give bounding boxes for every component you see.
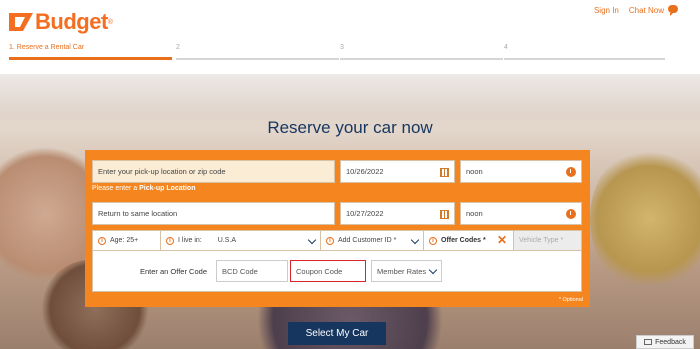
offer-code-label: Enter an Offer Code xyxy=(140,267,207,276)
vehicle-type-select[interactable]: Vehicle Type * xyxy=(514,231,581,250)
feedback-icon xyxy=(644,339,653,345)
step-3-label: 3 xyxy=(340,44,344,51)
return-time-field[interactable]: noon xyxy=(460,202,582,225)
brand-name: Budget xyxy=(35,9,108,34)
customer-id-select[interactable]: i Add Customer ID * xyxy=(321,231,424,250)
info-icon: i xyxy=(429,236,437,245)
residence-label: I live in: xyxy=(178,237,202,244)
budget-logo-icon xyxy=(9,13,33,31)
info-icon: i xyxy=(326,236,334,245)
clock-icon xyxy=(566,209,576,219)
reservation-form: Enter your pick-up location or zip code … xyxy=(85,150,590,307)
bcd-code-input[interactable]: BCD Code xyxy=(216,260,288,282)
calendar-icon[interactable] xyxy=(440,210,449,219)
chat-now-link[interactable]: Chat Now xyxy=(629,6,664,15)
feedback-button[interactable]: Feedback xyxy=(636,335,694,349)
pickup-time-value: noon xyxy=(466,167,483,176)
select-my-car-button[interactable]: Select My Car xyxy=(288,322,386,345)
step-2-bar xyxy=(176,58,339,60)
step-2-label: 2 xyxy=(176,44,180,51)
page-title: Reserve your car now xyxy=(267,118,433,137)
hero-highlight xyxy=(0,74,700,114)
clock-icon xyxy=(566,167,576,177)
chat-bubble-icon[interactable] xyxy=(668,5,678,16)
chevron-down-icon xyxy=(307,235,317,245)
offer-codes-tab[interactable]: i Offer Codes * ✕ xyxy=(424,231,514,250)
return-date-value: 10/27/2022 xyxy=(346,209,384,218)
step-1-label: 1. Reserve a Rental Car xyxy=(9,44,85,51)
error-prefix: Please enter a xyxy=(92,185,140,192)
info-icon: i xyxy=(98,236,106,245)
age-select[interactable]: i Age: 25+ xyxy=(93,231,161,250)
offer-codes-label: Offer Codes * xyxy=(441,237,486,244)
step-3-bar xyxy=(340,58,503,60)
age-value: 25+ xyxy=(126,237,139,244)
pickup-time-field[interactable]: noon xyxy=(460,160,582,183)
residence-select[interactable]: i I live in: U.S.A xyxy=(161,231,321,250)
member-rates-label: Member Rates xyxy=(377,266,427,276)
hero-photo-person-right xyxy=(590,144,700,294)
progress-steps: 1. Reserve a Rental Car 2 3 4 xyxy=(9,44,665,64)
budget-logo[interactable]: Budget ® xyxy=(9,9,113,35)
member-rates-select[interactable]: Member Rates xyxy=(371,260,442,282)
pickup-date-value: 10/26/2022 xyxy=(346,167,384,176)
error-strong: Pick-up Location xyxy=(139,185,196,192)
step-4-bar xyxy=(504,58,665,60)
pickup-error-message: Please enter a Pick-up Location xyxy=(92,185,196,192)
return-date-field[interactable]: 10/27/2022 xyxy=(340,202,455,225)
return-time-value: noon xyxy=(466,209,483,218)
return-location-input[interactable]: Return to same location xyxy=(92,202,335,225)
close-icon[interactable]: ✕ xyxy=(497,233,507,247)
pickup-date-field[interactable]: 10/26/2022 xyxy=(340,160,455,183)
options-row: i Age: 25+ i I live in: U.S.A i Add Cust… xyxy=(92,230,582,251)
header: Budget ® Sign In Chat Now 1. Reserve a R… xyxy=(0,0,700,74)
pickup-location-input[interactable]: Enter your pick-up location or zip code xyxy=(92,160,335,183)
age-label: Age: xyxy=(110,237,125,244)
step-4-label: 4 xyxy=(504,44,508,51)
chevron-down-icon xyxy=(410,235,420,245)
chevron-down-icon xyxy=(428,265,438,275)
sign-in-link[interactable]: Sign In xyxy=(594,6,619,15)
info-icon: i xyxy=(166,236,174,245)
feedback-label: Feedback xyxy=(655,338,686,346)
offer-code-panel: Enter an Offer Code BCD Code Coupon Code… xyxy=(92,251,582,292)
coupon-code-input[interactable]: Coupon Code xyxy=(290,260,366,282)
optional-note: * Optional xyxy=(558,297,583,303)
top-links: Sign In Chat Now xyxy=(594,6,664,15)
brand-trademark: ® xyxy=(107,18,113,26)
calendar-icon[interactable] xyxy=(440,168,449,177)
residence-value: U.S.A xyxy=(217,237,237,244)
customer-id-label: Add Customer ID * xyxy=(338,237,397,244)
step-1-bar xyxy=(9,57,172,60)
